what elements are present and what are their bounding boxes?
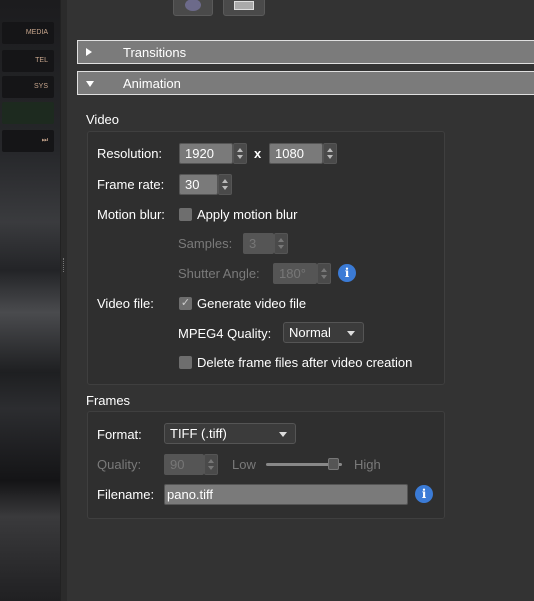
- chevron-down-icon: [279, 432, 287, 437]
- height-stepper[interactable]: [323, 143, 337, 164]
- info-icon[interactable]: i: [415, 485, 433, 503]
- height-input[interactable]: 1080: [269, 143, 323, 164]
- grip-icon: [63, 258, 64, 272]
- disclosure-right-icon: [86, 48, 92, 56]
- apply-motion-blur-checkbox[interactable]: [179, 208, 192, 221]
- format-value: TIFF (.tiff): [170, 426, 227, 441]
- samples-stepper[interactable]: [274, 233, 288, 254]
- gear-icon: [185, 0, 201, 11]
- delete-frames-label[interactable]: Delete frame files after video creation: [197, 355, 412, 370]
- mpeg4-quality-select[interactable]: Normal: [283, 322, 364, 343]
- shutter-angle-input[interactable]: 180°: [273, 263, 317, 284]
- transitions-header[interactable]: Transitions: [77, 40, 534, 64]
- frame-rate-stepper[interactable]: [218, 174, 232, 195]
- video-group: [87, 131, 445, 385]
- photo-button: TEL: [2, 50, 54, 72]
- mpeg4-quality-label: MPEG4 Quality:: [178, 326, 272, 341]
- disclosure-down-icon: [86, 81, 94, 87]
- motion-blur-label: Motion blur:: [97, 207, 165, 222]
- shutter-angle-stepper[interactable]: [317, 263, 331, 284]
- resolution-label: Resolution:: [97, 146, 163, 161]
- width-stepper[interactable]: [233, 143, 247, 164]
- frame-rate-label: Frame rate:: [97, 177, 165, 192]
- high-label: High: [354, 457, 381, 472]
- quality-input[interactable]: 90: [164, 454, 204, 475]
- photo-button: MEDIA: [2, 22, 54, 44]
- animation-header[interactable]: Animation: [77, 71, 534, 95]
- delete-frames-checkbox[interactable]: [179, 356, 192, 369]
- chevron-down-icon: [347, 331, 355, 336]
- frame-rate-input[interactable]: 30: [179, 174, 218, 195]
- video-file-label: Video file:: [97, 296, 154, 311]
- gear-button[interactable]: [173, 0, 213, 16]
- apply-motion-blur-label[interactable]: Apply motion blur: [197, 207, 297, 222]
- low-label: Low: [232, 457, 256, 472]
- shutter-angle-label: Shutter Angle:: [178, 266, 260, 281]
- generate-video-label[interactable]: Generate video file: [197, 296, 306, 311]
- monitor-button[interactable]: [223, 0, 265, 16]
- photo-button: [2, 102, 54, 124]
- mpeg4-quality-value: Normal: [289, 325, 331, 340]
- filename-input[interactable]: pano.tiff: [164, 484, 408, 505]
- width-input[interactable]: 1920: [179, 143, 233, 164]
- frames-title: Frames: [86, 393, 131, 408]
- quality-label: Quality:: [97, 457, 142, 472]
- video-title: Video: [86, 112, 120, 127]
- preview-photo: MEDIA TEL SYS ⏭: [0, 0, 60, 601]
- generate-video-checkbox[interactable]: ✓: [179, 297, 192, 310]
- x-label: x: [254, 146, 262, 161]
- splitter-handle[interactable]: [60, 0, 67, 601]
- info-icon[interactable]: i: [338, 264, 356, 282]
- samples-input[interactable]: 3: [243, 233, 274, 254]
- animation-title: Animation: [123, 76, 181, 91]
- samples-label: Samples:: [178, 236, 233, 251]
- format-label: Format:: [97, 427, 142, 442]
- photo-button: ⏭: [2, 130, 54, 152]
- quality-slider-knob[interactable]: [328, 458, 339, 470]
- photo-button: SYS: [2, 76, 54, 98]
- format-select[interactable]: TIFF (.tiff): [164, 423, 296, 444]
- filename-label: Filename:: [97, 487, 155, 502]
- quality-stepper[interactable]: [204, 454, 218, 475]
- transitions-title: Transitions: [123, 45, 187, 60]
- monitor-icon: [234, 1, 254, 10]
